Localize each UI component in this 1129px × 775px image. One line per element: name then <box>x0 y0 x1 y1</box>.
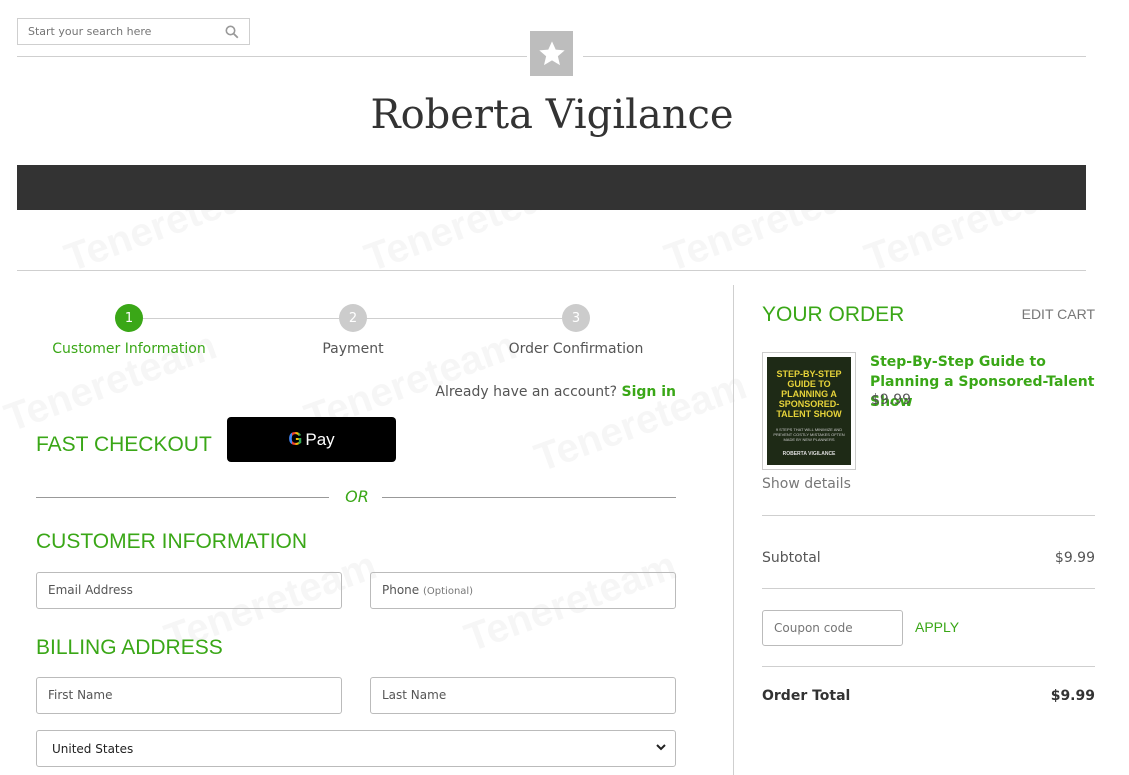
first-name-label: First Name <box>48 688 113 702</box>
step-1-label: Customer Information <box>52 341 206 357</box>
customer-info-heading: CUSTOMER INFORMATION <box>36 530 308 553</box>
column-divider <box>733 285 734 775</box>
order-divider <box>762 666 1095 667</box>
step-3-dot: 3 <box>562 304 590 332</box>
order-divider <box>762 588 1095 589</box>
email-label: Email Address <box>48 583 133 597</box>
order-total-value: $9.99 <box>1050 688 1095 704</box>
order-divider <box>762 515 1095 516</box>
star-icon <box>538 40 565 65</box>
cover-title: STEP-BY-STEP GUIDE TO PLANNING A SPONSOR… <box>776 369 842 419</box>
or-divider-left <box>36 497 329 498</box>
subtotal-value: $9.99 <box>1054 550 1095 566</box>
watermark-text: Tenereteam <box>529 363 753 481</box>
google-g-letter: G <box>288 429 303 449</box>
phone-label: Phone (Optional) <box>382 583 473 597</box>
phone-optional-text: (Optional) <box>423 586 474 597</box>
coupon-field[interactable] <box>762 610 903 646</box>
email-field[interactable]: Email Address <box>36 572 342 609</box>
content-divider <box>17 270 1086 271</box>
step-3-label: Order Confirmation <box>508 341 644 357</box>
order-total-label: Order Total <box>762 688 851 704</box>
cover-subtitle: 9 STEPS THAT WILL MINIMIZE AND PREVENT C… <box>773 427 845 442</box>
product-price: $9.99 <box>871 392 912 408</box>
country-value: United States <box>52 742 134 756</box>
header-divider-left <box>17 56 527 57</box>
phone-label-text: Phone <box>382 583 420 597</box>
edit-cart-link[interactable]: EDIT CART <box>1022 306 1095 322</box>
your-order-heading: YOUR ORDER <box>762 303 905 326</box>
apply-coupon-button[interactable]: APPLY <box>915 619 959 635</box>
sign-in-prompt: Already have an account? Sign in <box>435 384 676 400</box>
fast-checkout-heading: FAST CHECKOUT <box>36 433 212 456</box>
or-label: OR <box>345 487 369 506</box>
google-pay-label: Pay <box>305 429 335 449</box>
step-2-label: Payment <box>322 341 384 357</box>
search-box[interactable] <box>17 18 250 45</box>
product-cover-image[interactable]: STEP-BY-STEP GUIDE TO PLANNING A SPONSOR… <box>762 352 856 470</box>
site-title[interactable]: Roberta Vigilance <box>0 92 1104 138</box>
sign-in-text: Already have an account? <box>435 384 618 400</box>
step-2-dot: 2 <box>339 304 367 332</box>
book-cover: STEP-BY-STEP GUIDE TO PLANNING A SPONSOR… <box>767 357 851 465</box>
sign-in-link[interactable]: Sign in <box>621 384 676 400</box>
or-divider-right <box>382 497 676 498</box>
billing-address-heading: BILLING ADDRESS <box>36 636 223 659</box>
last-name-label: Last Name <box>382 688 447 702</box>
google-g-icon: G <box>288 429 302 450</box>
step-connector <box>366 318 562 319</box>
first-name-field[interactable]: First Name <box>36 677 342 714</box>
header-divider-right <box>583 56 1086 57</box>
chevron-down-icon <box>655 741 667 756</box>
last-name-field[interactable]: Last Name <box>370 677 676 714</box>
show-details-link[interactable]: Show details <box>762 476 851 492</box>
search-icon[interactable] <box>225 24 239 43</box>
site-logo[interactable] <box>530 31 573 76</box>
main-navbar <box>17 165 1086 210</box>
coupon-input[interactable] <box>763 611 902 645</box>
google-pay-button[interactable]: G Pay <box>227 417 396 462</box>
phone-field[interactable]: Phone (Optional) <box>370 572 676 609</box>
search-input[interactable] <box>18 19 228 44</box>
step-1-dot: 1 <box>115 304 143 332</box>
subtotal-label: Subtotal <box>762 550 821 566</box>
step-connector <box>142 318 339 319</box>
country-select[interactable]: United States <box>36 730 676 767</box>
cover-author: ROBERTA VIGILANCE <box>782 451 836 457</box>
